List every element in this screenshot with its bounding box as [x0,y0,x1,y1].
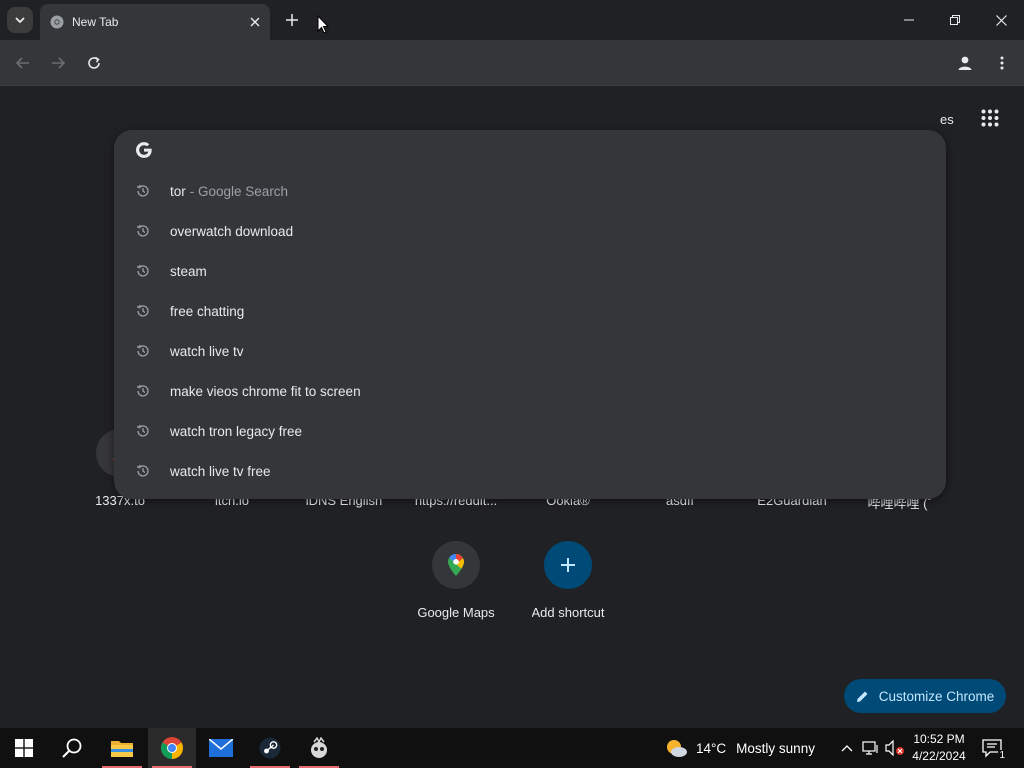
history-icon [136,384,150,398]
back-arrow-icon [16,57,29,69]
suggestion-text: watch tron legacy free [170,423,303,439]
images-link-partial[interactable]: es [940,112,954,127]
steam-icon [259,737,281,759]
history-icon [136,184,150,198]
omnibox-suggestion[interactable]: free chatting [114,291,946,331]
volume-button[interactable] [884,728,906,768]
weather-description: Mostly sunny [736,740,815,756]
close-window-button[interactable] [978,0,1024,40]
tab-title: New Tab [72,15,119,29]
shortcut-google-maps[interactable]: Google Maps [400,535,512,647]
mail-button[interactable] [197,728,245,768]
suggestion-text: overwatch download [170,223,294,239]
network-button[interactable] [860,728,882,768]
weather-widget[interactable]: 14°C Mostly sunny [664,728,815,768]
google-apps-button[interactable] [976,104,1004,132]
omnibox-suggestion[interactable]: watch tron legacy free [114,411,946,451]
suggestion-text: free chatting [170,303,245,319]
chrome-icon [161,737,183,759]
omnibox-dropdown: tor - Google Search overwatch download s… [114,130,946,499]
chrome-favicon-icon [50,15,64,29]
history-icon [136,424,150,438]
notification-count: 1 [998,750,1006,761]
history-icon [136,224,150,238]
plus-icon [544,541,592,589]
forward-arrow-icon [52,57,65,69]
folder-icon [111,741,133,757]
tab-search-button[interactable] [7,7,33,33]
chrome-taskbar-button[interactable] [148,728,196,768]
history-icon [136,464,150,478]
google-maps-icon [432,541,480,589]
search-button[interactable] [48,728,96,768]
reload-button[interactable] [81,50,107,76]
omnibox-suggestion[interactable]: overwatch download [114,211,946,251]
omnibox-suggestion[interactable]: make vieos chrome fit to screen [114,371,946,411]
shortcut-label: Add shortcut [531,605,605,620]
suggestion-text: watch live tv free [170,463,271,479]
customize-chrome-label: Customize Chrome [878,688,995,704]
chevron-up-icon [841,744,853,751]
suggestion-text: watch live tv [170,343,244,359]
more-vertical-icon [1000,56,1004,70]
mouse-cursor-icon [317,15,329,34]
customize-chrome-button[interactable]: Customize Chrome [844,679,1006,713]
shortcut-label: Google Maps [417,605,495,620]
profile-icon [958,56,972,70]
clock-time: 10:52 PM [913,732,965,746]
start-button[interactable] [0,728,48,768]
add-shortcut-button[interactable]: Add shortcut [512,535,624,647]
chevron-down-icon [15,17,25,23]
omnibox-suggestion[interactable]: watch live tv free [114,451,946,491]
search-icon [62,738,82,758]
minimize-button[interactable] [886,0,932,40]
steam-button[interactable] [246,728,294,768]
mail-icon [209,739,233,757]
omnibox-suggestion[interactable]: watch live tv [114,331,946,371]
minimize-icon [904,19,914,21]
omnibox-suggestion[interactable]: tor - Google Search [114,171,946,211]
suggestion-description: - Google Search [189,183,289,199]
restore-icon [950,15,960,25]
file-explorer-button[interactable] [98,728,146,768]
suggestion-text: steam [170,263,207,279]
plus-icon [286,14,298,26]
address-bar-input[interactable] [166,142,866,158]
app-icon [311,737,327,758]
chrome-menu-button[interactable] [989,50,1015,76]
title-bar: New Tab [0,0,1024,40]
pencil-icon [856,691,868,702]
back-button[interactable] [10,50,36,76]
tab-new-tab[interactable]: New Tab [40,4,270,40]
history-icon [136,304,150,318]
profile-button[interactable] [952,50,978,76]
clock[interactable]: 10:52 PM 4/22/2024 [906,731,972,765]
forward-button[interactable] [45,50,71,76]
app-taskbar-button[interactable] [295,728,343,768]
close-tab-icon[interactable] [246,13,264,31]
restore-button[interactable] [932,0,978,40]
weather-sunny-icon [667,740,687,757]
omnibox-suggestion[interactable]: steam [114,251,946,291]
apps-grid-icon [981,109,999,127]
suggestion-text: tor [170,183,186,199]
windows-logo-icon [15,739,33,757]
omnibox-input-row [114,130,946,170]
suggestion-text: make vieos chrome fit to screen [170,383,361,399]
windows-taskbar: 14°C Mostly sunny 10:52 PM 4/22/2024 1 [0,728,1024,768]
toolbar [0,40,1024,86]
close-icon [995,14,1007,26]
history-icon [136,344,150,358]
new-tab-page: es X 1337x.to itch.io iDNS iDNS English … [0,86,1024,728]
clock-date: 4/22/2024 [912,749,966,763]
google-g-icon [136,142,152,158]
history-icon [136,264,150,278]
weather-temperature: 14°C [696,740,727,756]
volume-muted-icon [885,740,904,756]
new-tab-button[interactable] [281,9,303,31]
reload-icon [88,56,100,69]
show-hidden-icons-button[interactable] [838,728,856,768]
network-icon [862,741,878,755]
notification-center-button[interactable]: 1 [978,734,1008,762]
